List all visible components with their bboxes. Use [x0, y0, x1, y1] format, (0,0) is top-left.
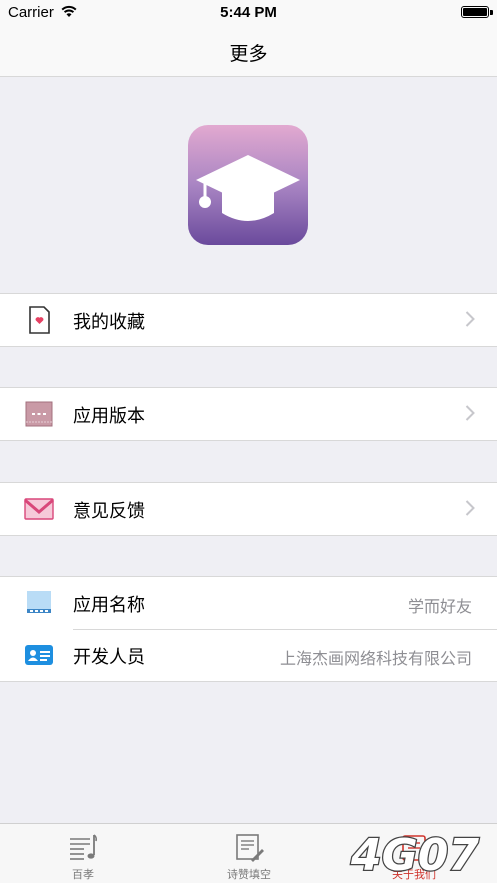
version-label: 应用版本	[73, 406, 145, 427]
graduation-cap-icon	[196, 155, 300, 221]
navigation-bar: 更多	[0, 28, 497, 77]
page-title: 更多	[229, 43, 268, 65]
tab-baixiao[interactable]: 百孝	[0, 824, 166, 883]
watermark-text: 4G07	[350, 830, 479, 880]
tab-label: 诗赞填空	[227, 868, 271, 881]
chevron-right-icon	[465, 311, 475, 327]
edit-doc-icon	[236, 834, 264, 862]
favorites-icon	[29, 306, 50, 334]
developer-label: 开发人员	[73, 647, 145, 668]
feedback-group: 意见反馈	[0, 482, 497, 536]
feedback-row[interactable]: 意见反馈	[0, 483, 497, 535]
app-name-label: 应用名称	[73, 595, 145, 616]
clock: 5:44 PM	[220, 4, 277, 21]
app-name-value: 学而好友	[407, 597, 472, 616]
mail-icon	[24, 498, 54, 520]
app-name-icon	[27, 591, 51, 613]
favorites-label: 我的收藏	[73, 312, 145, 333]
favorites-row[interactable]: 我的收藏	[0, 294, 497, 346]
version-icon	[25, 401, 53, 427]
favorites-group: 我的收藏	[0, 293, 497, 347]
version-row[interactable]: 应用版本	[0, 388, 497, 440]
app-name-row: 应用名称 学而好友	[0, 577, 497, 629]
feedback-label: 意见反馈	[73, 501, 145, 522]
app-logo	[188, 125, 308, 245]
battery-tip	[490, 10, 493, 15]
developer-value: 上海杰画网络科技有限公司	[279, 649, 472, 668]
developer-row: 开发人员 上海杰画网络科技有限公司	[0, 629, 497, 681]
tab-label: 百孝	[72, 868, 94, 881]
info-group: 应用名称 学而好友 开发人员 上海杰画网络科技有限公司	[0, 576, 497, 682]
battery-icon	[461, 6, 489, 18]
tab-fill-blank[interactable]: 诗赞填空	[166, 824, 332, 883]
id-card-icon	[25, 645, 53, 665]
watermark-logo: 4G07	[349, 829, 481, 880]
status-bar: Carrier 5:44 PM	[0, 0, 497, 28]
version-group: 应用版本	[0, 387, 497, 441]
music-list-icon	[70, 834, 98, 860]
chevron-right-icon	[465, 405, 475, 421]
chevron-right-icon	[465, 500, 475, 516]
